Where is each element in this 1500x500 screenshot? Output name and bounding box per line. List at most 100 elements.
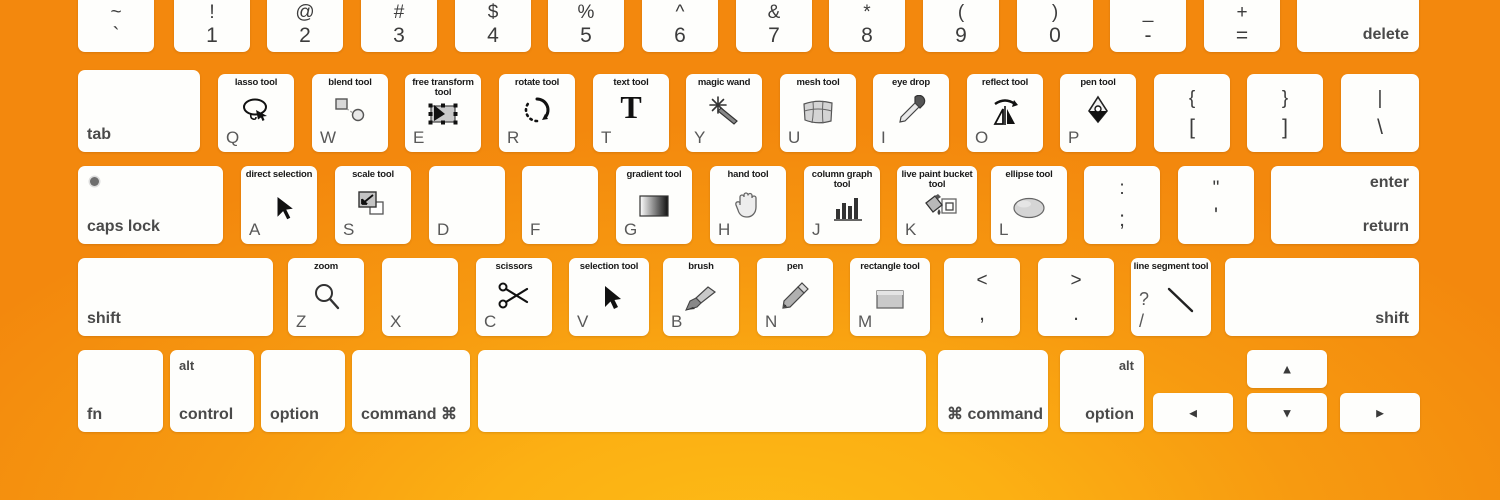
- key-t[interactable]: text tool T T: [593, 74, 669, 152]
- key-v[interactable]: selection tool V: [569, 258, 649, 336]
- arrow-down-icon: ▼: [1280, 405, 1294, 420]
- key-option-right[interactable]: alt option: [1060, 350, 1144, 432]
- key-delete[interactable]: delete: [1297, 0, 1419, 52]
- key-space[interactable]: [478, 350, 926, 432]
- arrow-left-icon: ◄: [1186, 405, 1200, 420]
- key-tilde[interactable]: ~ `: [78, 0, 154, 52]
- key-8-base-glyph: 8: [861, 24, 873, 47]
- key-t-letter: T: [601, 128, 612, 147]
- hand-icon: [729, 188, 767, 220]
- key-command-left[interactable]: command ⌘: [352, 350, 470, 432]
- key-period-shift-glyph: >: [1070, 270, 1082, 291]
- key-a[interactable]: direct selection A: [241, 166, 317, 244]
- key-u-letter: U: [788, 128, 801, 147]
- key-j[interactable]: column graph tool J: [804, 166, 880, 244]
- key-o[interactable]: reflect tool O: [967, 74, 1043, 152]
- key-equals[interactable]: + =: [1204, 0, 1280, 52]
- key-8[interactable]: * 8: [829, 0, 905, 52]
- key-g-tool-label: gradient tool: [626, 169, 682, 180]
- key-arrow-left[interactable]: ◄: [1153, 393, 1233, 432]
- key-5[interactable]: % 5: [548, 0, 624, 52]
- key-h[interactable]: hand tool H: [710, 166, 786, 244]
- key-slash-base-glyph: /: [1139, 311, 1145, 331]
- key-option-left[interactable]: option: [261, 350, 345, 432]
- key-6[interactable]: ^ 6: [642, 0, 718, 52]
- key-y-tool-label: magic wand: [697, 77, 751, 88]
- key-j-letter: J: [812, 220, 821, 239]
- key-arrow-up[interactable]: ▲: [1247, 350, 1327, 388]
- selection-arrow-icon: [594, 282, 632, 314]
- key-2[interactable]: @ 2: [267, 0, 343, 52]
- zoom-magnifier-icon: [307, 280, 345, 312]
- key-comma-shift-glyph: <: [976, 270, 988, 291]
- key-g[interactable]: gradient tool G: [616, 166, 692, 244]
- key-0[interactable]: ) 0: [1017, 0, 1093, 52]
- key-a-letter: A: [249, 220, 261, 239]
- key-quote[interactable]: " ': [1178, 166, 1254, 244]
- key-q-letter: Q: [226, 128, 240, 147]
- key-right-bracket[interactable]: } ]: [1247, 74, 1323, 152]
- key-4[interactable]: $ 4: [455, 0, 531, 52]
- key-backslash[interactable]: | \: [1341, 74, 1419, 152]
- key-n[interactable]: pen N: [757, 258, 833, 336]
- key-s[interactable]: scale tool S: [335, 166, 411, 244]
- key-3[interactable]: # 3: [361, 0, 437, 52]
- caps-lock-indicator-icon: [90, 177, 99, 186]
- key-9[interactable]: ( 9: [923, 0, 999, 52]
- key-right-shift[interactable]: shift: [1225, 258, 1419, 336]
- key-u[interactable]: mesh tool U: [780, 74, 856, 152]
- key-k[interactable]: live paint bucket tool K: [897, 166, 977, 244]
- key-z[interactable]: zoom Z: [288, 258, 364, 336]
- key-comma[interactable]: < ,: [944, 258, 1020, 336]
- key-tab[interactable]: tab: [78, 70, 200, 152]
- key-left-shift[interactable]: shift: [78, 258, 273, 336]
- key-1[interactable]: ! 1: [174, 0, 250, 52]
- key-command-right[interactable]: ⌘ command: [938, 350, 1048, 432]
- key-semicolon[interactable]: : ;: [1084, 166, 1160, 244]
- paintbrush-icon: [682, 282, 720, 314]
- key-d[interactable]: D: [429, 166, 505, 244]
- column-graph-icon: [829, 192, 867, 224]
- key-s-letter: S: [343, 220, 355, 239]
- key-w[interactable]: blend tool W: [312, 74, 388, 152]
- key-arrow-down[interactable]: ▼: [1247, 393, 1327, 432]
- key-period-base-glyph: .: [1073, 302, 1079, 325]
- key-tilde-shift-glyph: ~: [110, 2, 122, 23]
- line-segment-icon: [1162, 284, 1200, 316]
- key-y[interactable]: magic wand Y: [686, 74, 762, 152]
- key-slash[interactable]: line segment tool ? /: [1131, 258, 1211, 336]
- key-6-base-glyph: 6: [674, 24, 686, 47]
- keyboard-overlay: ~ ` ! 1 @ 2 # 3 $ 4 % 5 ^ 6 & 7 * 8 ( 9 …: [0, 0, 1500, 500]
- key-q[interactable]: lasso tool Q: [218, 74, 294, 152]
- key-x[interactable]: X: [382, 258, 458, 336]
- key-return[interactable]: enter return: [1271, 166, 1419, 244]
- key-right-bracket-base-glyph: ]: [1282, 116, 1288, 139]
- arrow-up-icon: ▲: [1280, 361, 1294, 377]
- key-f[interactable]: F: [522, 166, 598, 244]
- key-e[interactable]: free transform tool E: [405, 74, 481, 152]
- key-fn[interactable]: fn: [78, 350, 163, 432]
- key-tab-label: tab: [87, 126, 111, 143]
- key-m-letter: M: [858, 312, 873, 331]
- key-2-base-glyph: 2: [299, 24, 311, 47]
- key-left-bracket[interactable]: { [: [1154, 74, 1230, 152]
- key-b[interactable]: brush B: [663, 258, 739, 336]
- key-z-letter: Z: [296, 312, 307, 331]
- key-caps-lock[interactable]: caps lock: [78, 166, 223, 244]
- key-minus[interactable]: _ -: [1110, 0, 1186, 52]
- key-fn-label: fn: [87, 406, 103, 423]
- key-l[interactable]: ellipse tool L: [991, 166, 1067, 244]
- key-period[interactable]: > .: [1038, 258, 1114, 336]
- key-control[interactable]: alt control: [170, 350, 254, 432]
- key-i[interactable]: eye drop I: [873, 74, 949, 152]
- key-8-shift-glyph: *: [863, 2, 871, 23]
- key-semicolon-shift-glyph: :: [1119, 178, 1125, 199]
- key-p[interactable]: pen tool P: [1060, 74, 1136, 152]
- key-r[interactable]: rotate tool R: [499, 74, 575, 152]
- key-c[interactable]: scissors C: [476, 258, 552, 336]
- text-icon: T: [612, 89, 650, 123]
- key-7[interactable]: & 7: [736, 0, 812, 52]
- key-arrow-right[interactable]: ►: [1340, 393, 1420, 432]
- key-m[interactable]: rectangle tool M: [850, 258, 930, 336]
- key-r-tool-label: rotate tool: [514, 77, 560, 88]
